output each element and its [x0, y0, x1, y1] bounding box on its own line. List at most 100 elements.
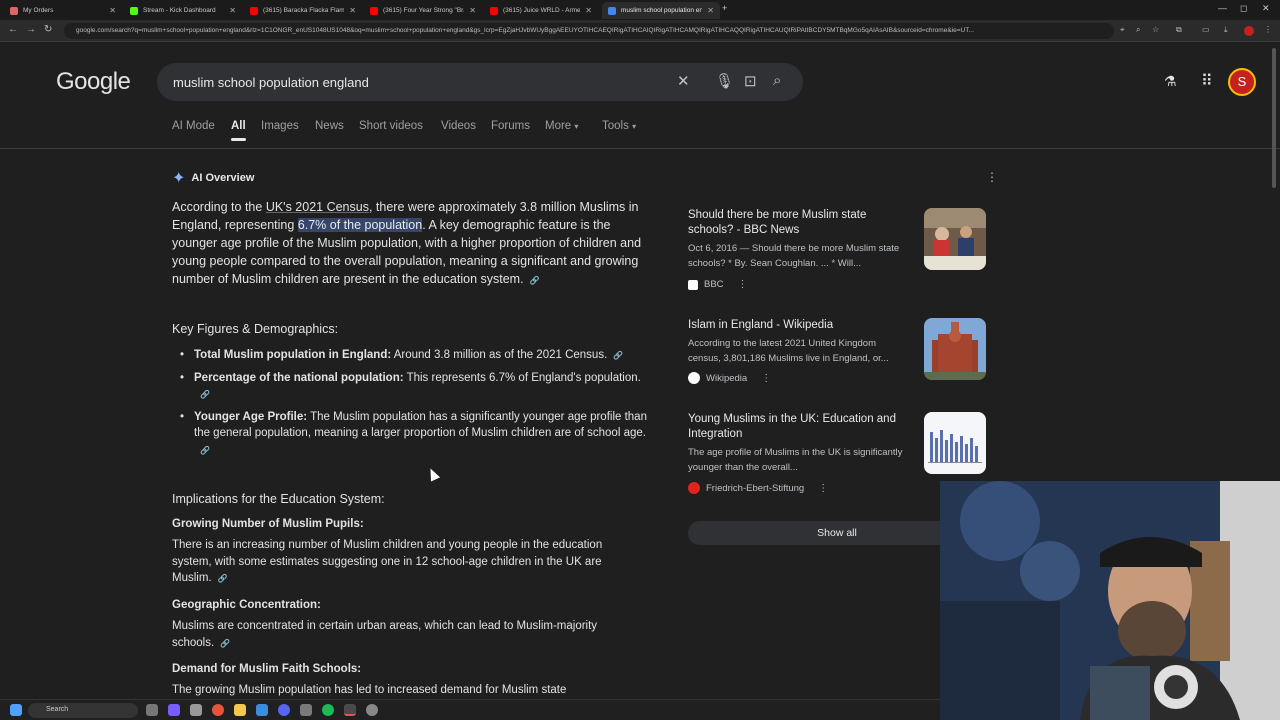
- tab-close-icon[interactable]: ✕: [707, 6, 714, 15]
- address-bar[interactable]: google.com/search?q=muslim+school+popula…: [64, 23, 1114, 39]
- tab-all[interactable]: All: [231, 120, 246, 141]
- browser-tab[interactable]: (3615) Four Year Strong "Brain ✕: [364, 2, 482, 19]
- tab-short-videos[interactable]: Short videos: [359, 120, 423, 132]
- browser-tab-strip: My Orders ✕ Stream - Kick Dashboard ✕ (3…: [0, 0, 1280, 20]
- bookmark-star-icon[interactable]: ☆: [1152, 25, 1159, 34]
- sparkle-icon: ✦: [172, 170, 186, 187]
- minimize-icon[interactable]: —: [1218, 3, 1227, 13]
- wikipedia-logo-icon: [688, 372, 700, 384]
- tab-favicon-icon: [10, 6, 18, 15]
- profile-icon[interactable]: [1244, 26, 1254, 36]
- microphone-icon[interactable]: 🎙: [715, 72, 734, 90]
- app-icon[interactable]: [190, 704, 202, 716]
- apps-grid-icon[interactable]: ⠿: [1201, 71, 1213, 91]
- source-card[interactable]: Should there be more Muslim state school…: [688, 208, 986, 300]
- tab-close-icon[interactable]: ✕: [585, 6, 592, 15]
- browser-tab[interactable]: (3615) Baracka Flacka Flames (L ✕: [244, 2, 362, 19]
- labs-flask-icon[interactable]: ⚗: [1164, 73, 1177, 90]
- forward-icon[interactable]: →: [26, 24, 36, 35]
- tab-close-icon[interactable]: ✕: [349, 6, 356, 15]
- source-snippet: According to the latest 2021 United King…: [688, 338, 889, 364]
- clear-icon[interactable]: ✕: [677, 72, 690, 90]
- reload-icon[interactable]: ↻: [44, 24, 52, 35]
- tab-ai-mode[interactable]: AI Mode: [172, 120, 215, 132]
- tab-videos[interactable]: Videos: [441, 120, 476, 132]
- account-avatar[interactable]: S: [1228, 68, 1256, 96]
- location-icon[interactable]: ⌖: [1120, 25, 1125, 35]
- new-tab-button[interactable]: +: [722, 3, 727, 13]
- file-explorer-icon[interactable]: [234, 704, 246, 716]
- tab-title: My Orders: [23, 7, 54, 14]
- source-thumbnail[interactable]: [924, 412, 986, 474]
- downloads-icon[interactable]: ⤓: [1224, 25, 1228, 35]
- citation-link-icon[interactable]: 🔗: [528, 272, 542, 285]
- search-icon[interactable]: ⌕: [773, 72, 781, 89]
- tab-favicon-icon: [370, 6, 378, 15]
- citation-link-icon[interactable]: 🔗: [611, 348, 625, 360]
- tab-forums[interactable]: Forums: [491, 120, 530, 132]
- side-panel-icon[interactable]: ▭: [1202, 25, 1210, 34]
- item-label: Younger Age Profile:: [194, 410, 308, 423]
- tab-images[interactable]: Images: [261, 120, 299, 132]
- tab-close-icon[interactable]: ✕: [469, 6, 476, 15]
- source-thumbnail[interactable]: [924, 318, 986, 380]
- census-link[interactable]: UK's 2021 Census: [266, 200, 369, 214]
- citation-link-icon[interactable]: 🔗: [198, 387, 212, 399]
- app-icon[interactable]: [366, 704, 378, 716]
- source-title[interactable]: Young Muslims in the UK: Education and I…: [688, 412, 908, 442]
- tab-tools-label: Tools: [602, 120, 629, 132]
- zoom-icon[interactable]: ⌕: [1136, 25, 1140, 35]
- obs-icon[interactable]: [300, 704, 312, 716]
- tab-news[interactable]: News: [315, 120, 344, 132]
- windows-start-icon[interactable]: [10, 704, 22, 716]
- app-icon[interactable]: [168, 704, 180, 716]
- chrome-icon[interactable]: [212, 704, 224, 716]
- tab-close-icon[interactable]: ✕: [229, 6, 236, 15]
- extensions-icon[interactable]: ⧉: [1176, 25, 1182, 35]
- webcam-overlay: [940, 481, 1280, 720]
- site-name: Wikipedia: [706, 372, 748, 384]
- source-card[interactable]: Islam in England - Wikipedia According t…: [688, 318, 986, 410]
- task-view-icon[interactable]: [146, 704, 158, 716]
- tab-close-icon[interactable]: ✕: [109, 6, 116, 15]
- tab-more[interactable]: More ▾: [545, 120, 578, 132]
- spotify-icon[interactable]: [322, 704, 334, 716]
- source-title[interactable]: Islam in England - Wikipedia: [688, 318, 908, 333]
- tab-favicon-icon: [608, 6, 616, 15]
- menu-kebab-icon[interactable]: ⋮: [1264, 25, 1272, 34]
- browser-tab[interactable]: My Orders ✕: [4, 2, 122, 19]
- source-title[interactable]: Should there be more Muslim state school…: [688, 208, 908, 238]
- browser-tab[interactable]: (3615) Juice WRLD - Armed ✕: [484, 2, 598, 19]
- more-options-icon[interactable]: ⋮: [761, 373, 771, 384]
- taskbar-search[interactable]: Search: [28, 703, 138, 718]
- more-options-icon[interactable]: ⋮: [986, 170, 998, 184]
- app-icon[interactable]: [256, 704, 268, 716]
- ai-overview-header: ✦ AI Overview: [172, 168, 254, 188]
- maximize-icon[interactable]: ◻: [1240, 3, 1247, 14]
- source-site: Friedrich-Ebert-Stiftung ⋮: [688, 482, 828, 494]
- paragraph: Muslims are concentrated in certain urba…: [172, 618, 642, 651]
- browser-tab-active[interactable]: muslim school population eng ✕: [602, 2, 720, 19]
- source-thumbnail[interactable]: [924, 208, 986, 270]
- discord-icon[interactable]: [278, 704, 290, 716]
- search-box[interactable]: muslim school population england ✕ 🎙 ⊡ ⌕: [157, 63, 803, 101]
- lens-camera-icon[interactable]: ⊡: [744, 72, 757, 90]
- google-logo[interactable]: Google: [56, 68, 131, 96]
- scrollbar[interactable]: [1272, 48, 1276, 188]
- source-site: BBC ⋮: [688, 279, 748, 290]
- tab-title: (3615) Juice WRLD - Armed: [503, 7, 581, 14]
- app-icon-active[interactable]: [344, 704, 356, 716]
- citation-link-icon[interactable]: 🔗: [198, 443, 212, 455]
- close-window-icon[interactable]: ✕: [1262, 3, 1270, 14]
- browser-tab[interactable]: Stream - Kick Dashboard ✕: [124, 2, 242, 19]
- citation-link-icon[interactable]: 🔗: [218, 636, 232, 648]
- more-options-icon[interactable]: ⋮: [738, 279, 748, 290]
- back-icon[interactable]: ←: [8, 24, 18, 35]
- citation-link-icon[interactable]: 🔗: [216, 571, 230, 583]
- search-input[interactable]: muslim school population england: [173, 75, 369, 90]
- tab-tools[interactable]: Tools ▾: [602, 120, 636, 132]
- more-options-icon[interactable]: ⋮: [818, 483, 828, 494]
- site-name: Friedrich-Ebert-Stiftung: [706, 482, 805, 494]
- intro-text: According to the: [172, 200, 266, 214]
- ai-overview-intro: According to the UK's 2021 Census, there…: [172, 198, 652, 288]
